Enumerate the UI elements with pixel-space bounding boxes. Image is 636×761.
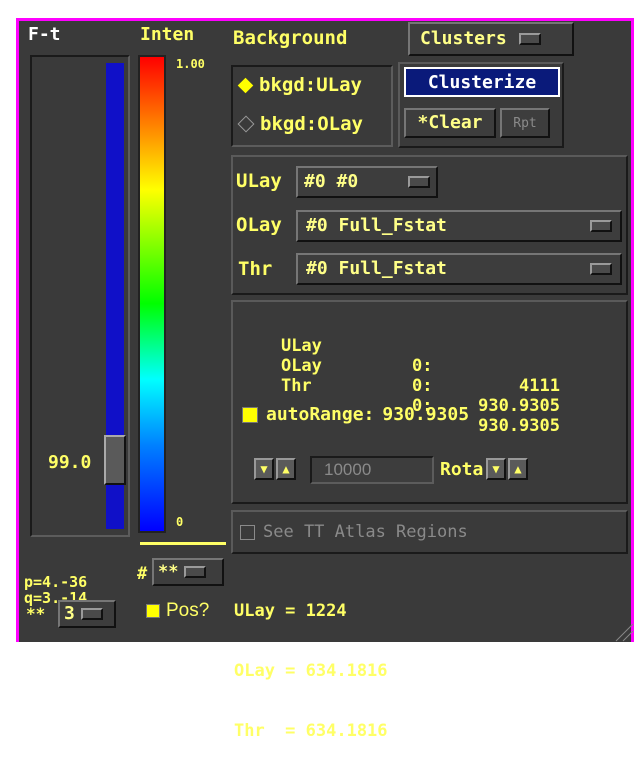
p-value: p=4.-36 — [24, 573, 88, 591]
autorange-value: 930.9305 — [382, 404, 470, 425]
clusterize-label: Clusterize — [427, 71, 537, 93]
ft-title: F-t — [28, 24, 61, 45]
range-input[interactable]: 10000 — [310, 456, 434, 484]
olay-dataset-value: #0 Full_Fstat — [306, 215, 447, 236]
rota-up-arrow-icon[interactable]: ▲ — [508, 458, 528, 480]
readout-value: 930.9305 — [478, 416, 560, 436]
radio-bkgd-olay[interactable]: bkgd:OLay — [237, 113, 363, 135]
ft-slider-value: 99.0 — [48, 452, 92, 473]
clear-label: *Clear — [417, 112, 483, 133]
pos-toggle[interactable]: Pos? — [146, 600, 209, 622]
atlas-label: See TT Atlas Regions — [263, 522, 468, 542]
rota-label: Rota — [440, 459, 484, 480]
olay-chooser-label: OLay — [236, 214, 282, 236]
readout-row-olay: OLay 0: 930.9305 — [240, 336, 560, 416]
radio-diamond-icon — [237, 115, 255, 133]
range-up-arrow-icon[interactable]: ▲ — [276, 458, 296, 480]
clusterize-button[interactable]: Clusterize — [404, 67, 560, 97]
rpt-button[interactable]: Rpt — [500, 108, 550, 138]
color-pbar[interactable] — [138, 55, 166, 533]
range-down-arrow-icon[interactable]: ▼ — [254, 458, 274, 480]
menu-icon — [590, 263, 612, 275]
bottom-readout: ULay = 1224 OLay = 634.1816 Thr = 634.18… — [234, 561, 388, 761]
rota-down-arrow-icon[interactable]: ▼ — [486, 458, 506, 480]
thr-chooser-label: Thr — [238, 258, 273, 280]
readout-value: 930.9305 — [478, 396, 560, 416]
pbar-bottom-label: 0 — [176, 515, 184, 529]
readout-name: Thr — [280, 376, 312, 396]
readout-row-thr: Thr 0: 930.9305 — [240, 356, 560, 436]
checkbox-icon — [242, 406, 258, 423]
rpt-label: Rpt — [513, 115, 537, 131]
readout-value: 4111 — [519, 376, 560, 396]
stars-value: ** — [158, 561, 179, 582]
menu-icon — [80, 608, 103, 620]
clear-button[interactable]: *Clear — [404, 108, 496, 138]
ft-slider-thumb[interactable] — [104, 435, 126, 485]
divider-line — [140, 542, 226, 545]
stars-prefix: # — [137, 564, 148, 584]
checkbox-icon — [240, 524, 255, 540]
decim-prefix: ** — [26, 604, 46, 623]
ulay-readout: ULay = 1224 — [234, 601, 347, 621]
menu-icon — [184, 566, 207, 578]
radio-diamond-selected-icon — [237, 77, 254, 93]
pbar-top-label: 1.00 — [176, 57, 205, 71]
thr-dataset-value: #0 Full_Fstat — [306, 258, 447, 279]
thr-readout: Thr = 634.1816 — [234, 721, 388, 741]
background-title: Background — [233, 27, 348, 49]
menu-icon — [408, 176, 430, 188]
radio-label: bkgd:OLay — [260, 113, 363, 135]
readout-row-ulay: ULay 0: 4111 — [240, 316, 560, 396]
resize-grip-icon[interactable] — [612, 622, 634, 642]
olay-readout: OLay = 634.1816 — [234, 661, 388, 681]
radio-label: bkgd:ULay — [259, 74, 362, 96]
value-readout: ULay 0: 4111 OLay 0: 930.9305 Thr 0: 930… — [240, 316, 560, 436]
autorange-label: autoRange: — [266, 404, 375, 425]
thr-chooser-button[interactable]: #0 Full_Fstat — [296, 253, 622, 285]
autorange-toggle[interactable]: autoRange: 930.9305 — [242, 404, 469, 425]
menu-icon — [590, 220, 612, 232]
ulay-chooser-label: ULay — [236, 170, 282, 192]
readout-index: 0: — [412, 376, 433, 396]
clusters-label: Clusters — [420, 28, 507, 49]
atlas-toggle[interactable]: See TT Atlas Regions — [240, 522, 468, 542]
olay-chooser-button[interactable]: #0 Full_Fstat — [296, 210, 622, 242]
clusters-menu-button[interactable]: Clusters — [408, 22, 574, 56]
menu-icon — [518, 33, 541, 45]
ulay-dataset-value: #0 #0 — [304, 171, 359, 192]
stars-selector[interactable]: ** — [152, 558, 224, 586]
decim-value: 3 — [64, 603, 75, 624]
radio-bkgd-ulay[interactable]: bkgd:ULay — [237, 74, 362, 96]
decim-selector[interactable]: 3 — [58, 600, 116, 628]
pos-label: Pos? — [166, 600, 210, 621]
ulay-chooser-button[interactable]: #0 #0 — [296, 166, 438, 198]
range-value: 10000 — [324, 460, 372, 479]
inten-title: Inten — [140, 24, 195, 45]
checkbox-icon — [146, 604, 160, 618]
